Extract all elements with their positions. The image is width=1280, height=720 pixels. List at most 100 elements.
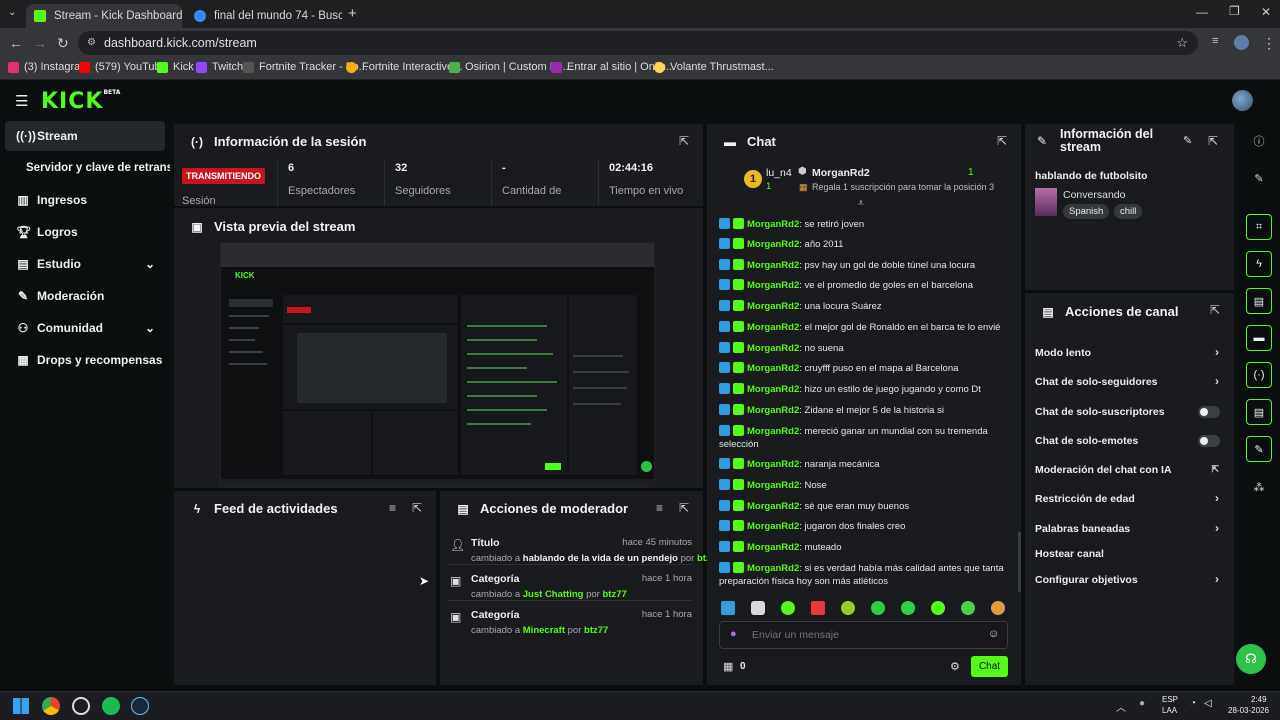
emote-icon[interactable]: [991, 601, 1005, 615]
chat-username[interactable]: MorganRd2: [747, 501, 799, 512]
clock-time[interactable]: 2:49: [1251, 695, 1267, 704]
server-icon[interactable]: ▤: [1246, 399, 1272, 425]
chat-input-box[interactable]: ● ☺: [719, 621, 1008, 649]
tab-search-icon[interactable]: ⌄: [8, 7, 16, 18]
emote-icon[interactable]: [781, 601, 795, 615]
mic-tray-icon[interactable]: ●: [1139, 698, 1145, 709]
lightning-icon[interactable]: ϟ: [1246, 251, 1272, 277]
collapse-icon[interactable]: ⩡: [858, 198, 864, 209]
sidebar-item-logros[interactable]: 🏆︎ Logros: [5, 217, 165, 247]
chat-username[interactable]: MorganRd2: [747, 384, 799, 395]
bookmark-star-icon[interactable]: ☆: [1176, 31, 1188, 55]
emote-icon[interactable]: [901, 601, 915, 615]
user-avatar[interactable]: [1232, 90, 1253, 111]
bookmark-volante[interactable]: Volante Thrustmast...: [654, 61, 774, 73]
microphone-icon[interactable]: ●: [730, 628, 737, 640]
bookmark-youtube[interactable]: (579) YouTube: [79, 61, 167, 73]
windows-start-icon[interactable]: [13, 698, 29, 714]
popout-icon[interactable]: ⇱: [1210, 303, 1220, 317]
volume-icon[interactable]: ◁: [1204, 698, 1212, 709]
popout-icon[interactable]: ⇱: [997, 134, 1007, 148]
action-configure-goals[interactable]: Configurar objetivos ›: [1035, 572, 1225, 586]
tag-chill[interactable]: chill: [1114, 204, 1143, 219]
chat-input[interactable]: [752, 627, 972, 643]
popout-icon[interactable]: ⇱: [412, 501, 422, 515]
emote-icon[interactable]: [811, 601, 825, 615]
action-followers-only[interactable]: Chat de solo-seguidores ›: [1035, 374, 1225, 388]
close-window-icon[interactable]: ✕: [1261, 5, 1271, 19]
help-headset-icon[interactable]: ☊: [1236, 644, 1266, 674]
chat-settings-icon[interactable]: ⚙: [950, 660, 960, 673]
bookmark-twitch[interactable]: Twitch: [196, 61, 243, 73]
popout-icon[interactable]: ⇱: [1208, 134, 1218, 148]
chat-bubble-icon[interactable]: ▬: [1246, 325, 1272, 351]
action-host-channel[interactable]: Hostear canal: [1035, 548, 1225, 560]
chat-username[interactable]: MorganRd2: [747, 426, 799, 437]
sidebar-item-ingresos[interactable]: ▥ Ingresos: [5, 185, 165, 215]
menu-dots-icon[interactable]: ⋮: [1262, 35, 1276, 52]
chat-username[interactable]: MorganRd2: [747, 542, 799, 553]
broadcast-icon[interactable]: (·): [1246, 362, 1272, 388]
edit-pencil-icon[interactable]: ✎: [1246, 165, 1272, 191]
chat-username[interactable]: MorganRd2: [747, 459, 799, 470]
emote-icon[interactable]: [721, 601, 735, 615]
sidebar-item-servidor[interactable]: Servidor y clave de retransm: [5, 153, 170, 183]
language-indicator[interactable]: ESP: [1162, 695, 1178, 704]
sidebar-item-comunidad[interactable]: ⚇ Comunidad ⌄: [5, 313, 165, 343]
steam-icon[interactable]: [131, 697, 149, 715]
maximize-icon[interactable]: ❐: [1229, 4, 1240, 18]
back-icon[interactable]: ←: [9, 35, 23, 51]
new-tab-button[interactable]: +: [348, 5, 357, 22]
kick-logo[interactable]: KICKBETA: [41, 89, 120, 114]
info-icon[interactable]: ⓘ: [1246, 128, 1272, 154]
action-age-restriction[interactable]: Restricción de edad ›: [1035, 491, 1225, 505]
stream-preview-video[interactable]: KICK: [220, 242, 655, 488]
chat-username[interactable]: MorganRd2: [747, 343, 799, 354]
chat-username[interactable]: MorganRd2: [747, 405, 799, 416]
emote-icon[interactable]: [961, 601, 975, 615]
url-bar[interactable]: ⚙ dashboard.kick.com/stream ☆: [78, 31, 1198, 55]
cast-icon[interactable]: ≡: [1212, 35, 1218, 47]
reload-icon[interactable]: ↻: [57, 35, 69, 52]
sidebar-item-drops[interactable]: ▦ Drops y recompensas: [5, 345, 165, 375]
sidebar-item-estudio[interactable]: ▤ Estudio ⌄: [5, 249, 165, 279]
popout-icon[interactable]: ⇱: [679, 501, 689, 515]
bookmark-instagram[interactable]: (3) Instagram: [8, 61, 89, 73]
emoji-icon[interactable]: ☺: [988, 628, 999, 640]
sidebar-item-moderacion[interactable]: ✎ Moderación: [5, 281, 165, 311]
chat-username[interactable]: MorganRd2: [747, 521, 799, 532]
document-icon[interactable]: ▤: [1246, 288, 1272, 314]
chrome-icon[interactable]: [42, 697, 60, 715]
edit-icon[interactable]: ✎: [1183, 134, 1192, 147]
tag-spanish[interactable]: Spanish: [1063, 204, 1110, 219]
chat-username[interactable]: MorganRd2: [747, 219, 799, 230]
subscribers-only-toggle[interactable]: [1198, 406, 1220, 418]
profile-avatar-icon[interactable]: [1234, 35, 1249, 50]
emote-icon[interactable]: [751, 601, 765, 615]
chat-username[interactable]: MorganRd2: [747, 260, 799, 271]
action-ai-moderation[interactable]: Moderación del chat con IA ⇱: [1035, 464, 1225, 476]
filter-icon[interactable]: ≡: [389, 501, 396, 515]
tab-kick-dashboard[interactable]: Stream - Kick Dashboard ✕: [26, 4, 182, 28]
emote-icon[interactable]: [931, 601, 945, 615]
emote-icon[interactable]: [841, 601, 855, 615]
emote-icon[interactable]: [871, 601, 885, 615]
popout-icon[interactable]: ⇱: [679, 134, 689, 148]
action-slow-mode[interactable]: Modo lento ›: [1035, 345, 1225, 359]
wrench-icon[interactable]: ✎: [1246, 436, 1272, 462]
spotify-icon[interactable]: [102, 697, 120, 715]
obs-icon[interactable]: [72, 697, 90, 715]
chat-username[interactable]: MorganRd2: [747, 563, 799, 574]
chat-username[interactable]: MorganRd2: [747, 301, 799, 312]
chat-username[interactable]: MorganRd2: [747, 322, 799, 333]
chat-username[interactable]: MorganRd2: [747, 239, 799, 250]
scrollbar[interactable]: [1018, 532, 1021, 592]
site-info-icon[interactable]: ⚙: [87, 31, 96, 55]
widgets-icon[interactable]: ⁂: [1246, 474, 1272, 500]
bookmark-fortnite-interactive[interactable]: Fortnite Interactive...: [346, 61, 462, 73]
bookmark-kick[interactable]: Kick: [157, 61, 194, 73]
forward-icon[interactable]: →: [33, 35, 47, 51]
tray-chevron-icon[interactable]: ︿: [1116, 699, 1126, 714]
chat-send-button[interactable]: Chat: [971, 656, 1008, 677]
minimize-icon[interactable]: —: [1196, 5, 1208, 19]
